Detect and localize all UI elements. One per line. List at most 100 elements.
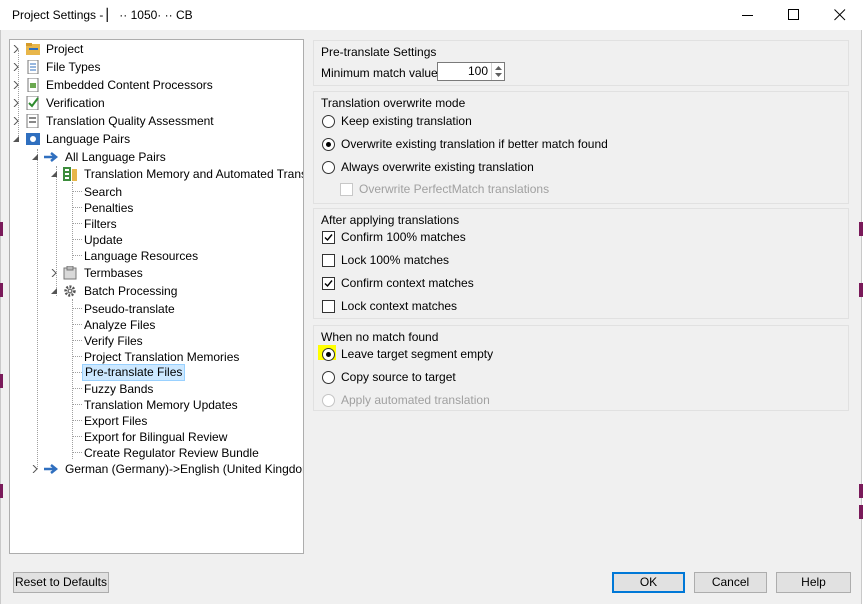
- checkbox-label: Confirm context matches: [341, 276, 474, 290]
- tree-item-label: German (Germany)->English (United Kingdo…: [65, 462, 304, 476]
- radio-button[interactable]: [322, 394, 335, 407]
- checkmark-icon: [324, 234, 333, 242]
- checkbox[interactable]: [322, 300, 335, 313]
- min-match-spinner[interactable]: 100: [437, 62, 505, 81]
- background-app-fragment: [0, 374, 3, 388]
- tree-item-label: Export for Bilingual Review: [84, 430, 228, 444]
- tree-item-label: Project: [46, 42, 84, 56]
- close-button[interactable]: [817, 0, 863, 30]
- tree-item-export-files[interactable]: Export Files: [10, 413, 300, 429]
- radio-button[interactable]: [322, 138, 335, 151]
- no-match-group: When no match found Leave target segment…: [313, 325, 849, 411]
- settings-tree[interactable]: Project File Types Embedded Content Proc…: [9, 39, 304, 554]
- after-applying-group: After applying translations Confirm 100%…: [313, 208, 849, 319]
- help-button[interactable]: Help: [776, 572, 851, 593]
- tree-item-label: Language Pairs: [46, 132, 131, 146]
- checkbox-label: Lock context matches: [341, 299, 458, 313]
- group-title: When no match found: [321, 330, 439, 344]
- tree-item-embedded-content[interactable]: Embedded Content Processors: [10, 77, 300, 93]
- checkbox-label: Confirm 100% matches: [341, 230, 466, 244]
- expand-arrow-icon: [13, 81, 19, 89]
- collapse-arrow-icon: [51, 171, 57, 177]
- tree-item-file-types[interactable]: File Types: [10, 59, 300, 75]
- tree-item-language-resources[interactable]: Language Resources: [10, 248, 300, 264]
- background-app-fragment: [0, 222, 3, 236]
- verification-icon: [26, 96, 39, 110]
- tree-item-update[interactable]: Update: [10, 232, 300, 248]
- ok-button[interactable]: OK: [612, 572, 685, 593]
- radio-label: Apply automated translation: [341, 393, 490, 407]
- tree-item-filters[interactable]: Filters: [10, 216, 300, 232]
- cancel-button[interactable]: Cancel: [694, 572, 767, 593]
- background-app-fragment: [859, 505, 863, 519]
- window-title: Project Settings - ▏ ·· 1050· ·· CB: [12, 8, 193, 22]
- collapse-arrow-icon: [51, 288, 57, 294]
- radio-label: Overwrite existing translation if better…: [341, 137, 608, 151]
- tree-item-label: Embedded Content Processors: [46, 78, 213, 92]
- checkbox-label: Overwrite PerfectMatch translations: [359, 182, 550, 196]
- tree-item-label: All Language Pairs: [65, 150, 166, 164]
- tree-item-label: Export Files: [84, 414, 148, 428]
- spinner-buttons[interactable]: [491, 63, 505, 80]
- maximize-icon: [788, 9, 799, 20]
- minimize-icon: [742, 15, 753, 16]
- tree-item-all-language-pairs[interactable]: All Language Pairs: [10, 149, 300, 165]
- tree-item-verify-files[interactable]: Verify Files: [10, 333, 300, 349]
- radio-button[interactable]: [322, 161, 335, 174]
- tree-item-search[interactable]: Search: [10, 184, 300, 200]
- radio-button[interactable]: [322, 348, 335, 361]
- checkbox-label: Lock 100% matches: [341, 253, 450, 267]
- checkbox[interactable]: [340, 183, 353, 196]
- file-types-icon: [27, 60, 39, 74]
- tree-item-label: Translation Memory Updates: [84, 398, 238, 412]
- background-app-fragment: [859, 222, 863, 236]
- tree-item-penalties[interactable]: Penalties: [10, 200, 300, 216]
- expand-arrow-icon: [13, 45, 19, 53]
- spinner-down-icon[interactable]: [495, 73, 502, 77]
- tree-item-tm-automated[interactable]: Translation Memory and Automated Transl: [10, 166, 303, 182]
- radio-button[interactable]: [322, 371, 335, 384]
- tree-item-language-pairs[interactable]: Language Pairs: [10, 131, 300, 147]
- tree-item-batch-processing[interactable]: Batch Processing: [10, 283, 300, 299]
- tree-item-project[interactable]: Project: [10, 41, 300, 57]
- tree-item-label: Pseudo-translate: [84, 302, 175, 316]
- tree-item-analyze-files[interactable]: Analyze Files: [10, 317, 300, 333]
- tree-item-pseudo-translate[interactable]: Pseudo-translate: [10, 301, 300, 317]
- title-bar: Project Settings - ▏ ·· 1050· ·· CB: [0, 0, 863, 30]
- tree-item-tqa[interactable]: Translation Quality Assessment: [10, 113, 300, 129]
- tree-item-label: Project Translation Memories: [84, 350, 240, 364]
- radio-label: Leave target segment empty: [341, 347, 494, 361]
- pretranslate-settings-group: Pre-translate Settings Minimum match val…: [313, 40, 849, 86]
- tree-item-regulator-bundle[interactable]: Create Regulator Review Bundle: [10, 445, 300, 461]
- tree-item-label: Filters: [84, 217, 117, 231]
- minimize-button[interactable]: [725, 0, 771, 30]
- group-title: Translation overwrite mode: [321, 96, 466, 110]
- tree-item-pretranslate-files[interactable]: Pre-translate Files: [10, 364, 300, 381]
- radio-label: Always overwrite existing translation: [341, 160, 534, 174]
- tree-item-fuzzy-bands[interactable]: Fuzzy Bands: [10, 381, 300, 397]
- tree-item-tm-updates[interactable]: Translation Memory Updates: [10, 397, 300, 413]
- checkbox[interactable]: [322, 254, 335, 267]
- translation-memory-icon: [63, 167, 77, 181]
- min-match-value[interactable]: 100: [438, 64, 488, 79]
- group-title: After applying translations: [321, 213, 460, 227]
- tree-item-german-english[interactable]: German (Germany)->English (United Kingdo…: [10, 461, 304, 477]
- language-pairs-icon: [26, 133, 40, 145]
- expand-arrow-icon: [13, 99, 19, 107]
- embedded-content-icon: [27, 78, 39, 92]
- tree-item-export-bilingual[interactable]: Export for Bilingual Review: [10, 429, 300, 445]
- maximize-button[interactable]: [771, 0, 817, 30]
- radio-button[interactable]: [322, 115, 335, 128]
- spinner-up-icon[interactable]: [495, 66, 502, 70]
- expand-arrow-icon: [51, 269, 57, 277]
- checkbox[interactable]: [322, 231, 335, 244]
- tree-item-termbases[interactable]: Termbases: [10, 265, 300, 281]
- reset-to-defaults-button[interactable]: Reset to Defaults: [13, 572, 109, 593]
- tree-item-verification[interactable]: Verification: [10, 95, 300, 111]
- tree-item-project-tms[interactable]: Project Translation Memories: [10, 349, 300, 365]
- background-app-fragment: [859, 283, 863, 297]
- checkbox[interactable]: [322, 277, 335, 290]
- tree-item-label: Batch Processing: [84, 284, 178, 298]
- overwrite-mode-group: Translation overwrite mode Keep existing…: [313, 91, 849, 204]
- tree-item-label: Analyze Files: [84, 318, 156, 332]
